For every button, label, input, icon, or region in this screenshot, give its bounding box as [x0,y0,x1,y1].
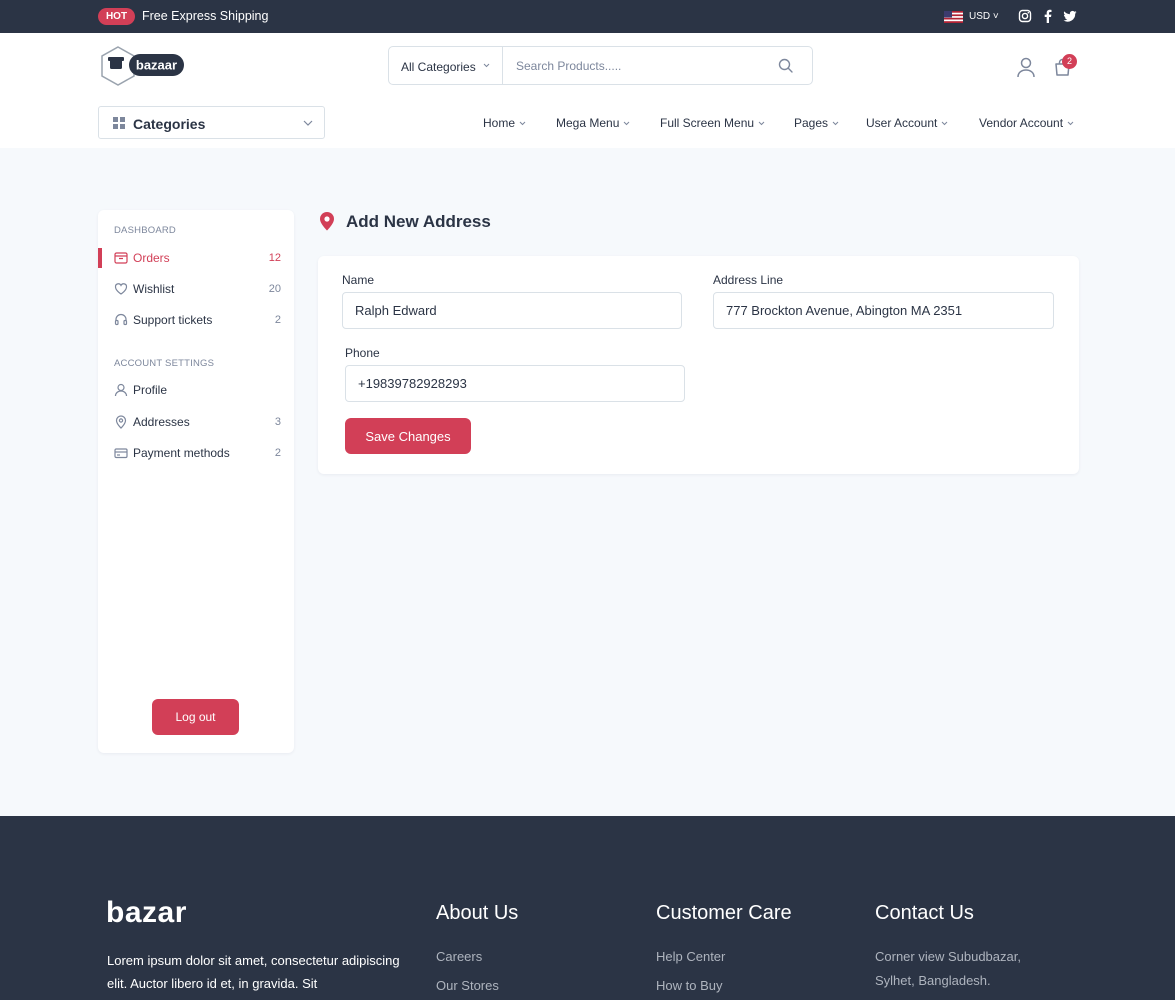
headset-icon [114,313,128,326]
search-category-select[interactable]: All Categories [389,47,503,84]
heart-icon [114,283,128,295]
active-indicator [98,248,102,268]
instagram-icon[interactable] [1018,9,1032,23]
search-category-label: All Categories [401,60,476,74]
currency-selector[interactable]: USD ˅ [969,11,999,22]
footer-logo[interactable]: bazar [106,896,187,930]
twitter-icon[interactable] [1063,9,1077,23]
sidebar-item-label: Profile [133,383,168,397]
top-bar: HOT Free Express Shipping USD ˅ [0,0,1175,33]
user-icon [114,383,128,397]
sidebar-item-label: Addresses [133,415,190,429]
sidebar-item-count: 20 [268,283,281,295]
orders-icon [114,252,128,264]
sidebar-item-count: 2 [274,314,281,326]
footer-link-help-center[interactable]: Help Center [656,949,725,964]
address-line-label: Address Line [713,273,784,287]
phone-field[interactable] [345,365,685,402]
promo-text: Free Express Shipping [142,9,269,23]
nav-label: Pages [794,116,829,130]
nav-mega-menu[interactable]: Mega Menu [556,116,630,130]
footer-heading-contact: Contact Us [875,902,974,924]
sidebar-item-payment-methods[interactable]: Payment methods 2 [98,443,294,465]
phone-label: Phone [345,346,380,360]
footer: bazar Lorem ipsum dolor sit amet, consec… [0,816,1175,1000]
nav-user-account[interactable]: User Account [866,116,948,130]
sidebar-item-label: Payment methods [133,446,230,460]
nav-label: Full Screen Menu [660,116,755,130]
footer-heading-customer-care: Customer Care [656,902,792,924]
footer-description: Lorem ipsum dolor sit amet, consectetur … [107,953,400,991]
categories-dropdown[interactable]: Categories [98,106,325,139]
facebook-icon[interactable] [1041,9,1055,23]
sidebar-item-support-tickets[interactable]: Support tickets 2 [98,310,294,332]
hot-badge: HOT [98,8,135,25]
grid-icon [113,117,125,129]
sidebar-item-count: 12 [268,252,281,264]
logout-button[interactable]: Log out [152,699,239,735]
sidebar-item-count: 3 [274,416,281,428]
account-settings-section-title: ACCOUNT SETTINGS [114,358,215,369]
footer-link-careers[interactable]: Careers [436,949,482,964]
account-sidebar: DASHBOARD Orders 12 Wishlist 20 Support … [98,210,294,753]
chevron-down-icon [758,121,765,125]
chevron-down-icon [942,121,948,125]
chevron-down-icon [832,121,839,125]
page-title: Add New Address [346,212,491,231]
search-bar: All Categories [388,46,813,85]
cart-count-badge: 2 [1062,54,1077,69]
footer-link-how-to-buy[interactable]: How to Buy [656,978,722,993]
nav-label: Mega Menu [556,116,620,130]
location-pin-icon [320,212,334,231]
address-line-field[interactable] [713,292,1054,329]
chevron-down-icon [519,121,526,125]
credit-card-icon [114,448,128,459]
currency-label: USD [969,11,991,22]
footer-contact-address-line-1: Corner view Subudbazar, [875,949,1021,964]
nav-pages[interactable]: Pages [794,116,839,130]
name-label: Name [342,273,375,287]
nav-label: User Account [866,116,938,130]
sidebar-item-label: Orders [133,251,170,265]
name-field[interactable] [342,292,682,329]
dashboard-section-title: DASHBOARD [114,225,176,236]
sidebar-item-profile[interactable]: Profile [98,380,294,402]
save-changes-button[interactable]: Save Changes [345,418,471,454]
sidebar-item-label: Support tickets [133,313,213,327]
nav-vendor-account[interactable]: Vendor Account [979,116,1074,130]
user-account-icon[interactable] [1016,57,1036,78]
chevron-down-icon [303,120,313,126]
nav-full-screen-menu[interactable]: Full Screen Menu [660,116,765,130]
nav-label: Home [483,116,516,130]
us-flag-icon[interactable] [944,11,963,23]
sidebar-item-addresses[interactable]: Addresses 3 [98,412,294,434]
sidebar-item-label: Wishlist [133,282,175,296]
chevron-down-icon [624,121,630,125]
search-icon[interactable] [778,58,793,73]
sidebar-item-orders[interactable]: Orders 12 [98,248,294,270]
nav-home[interactable]: Home [483,116,526,130]
footer-heading-about: About Us [436,902,519,924]
chevron-down-icon [483,63,490,68]
nav-label: Vendor Account [979,116,1064,130]
footer-link-our-stores[interactable]: Our Stores [436,978,499,993]
logo-text: bazaar [136,58,177,73]
search-input[interactable] [504,47,764,84]
categories-label: Categories [133,116,206,132]
address-form: Name Address Line Phone Save Changes [318,256,1079,474]
sidebar-item-count: 2 [274,447,281,459]
chevron-down-icon [1067,121,1074,125]
location-icon [115,415,127,429]
bazaar-logo[interactable]: bazaar [98,46,188,86]
footer-contact-address-line-2: Sylhet, Bangladesh. [875,973,991,988]
header: bazaar All Categories 2 Categories Home [0,33,1175,148]
sidebar-item-wishlist[interactable]: Wishlist 20 [98,279,294,301]
